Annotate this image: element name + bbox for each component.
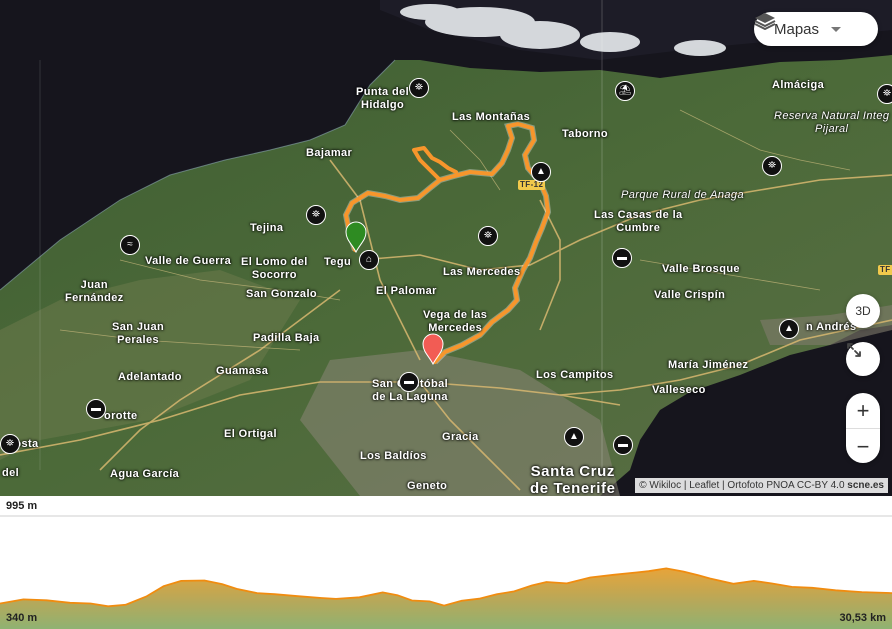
attribution-text: © Wikiloc | Leaflet | Ortofoto PNOA CC-B… bbox=[639, 480, 845, 491]
place-label-punta-del-hidalgo: Punta del Hidalgo bbox=[356, 86, 410, 111]
chevron-down-icon bbox=[831, 26, 842, 32]
place-label-san-andres: n Andrés bbox=[806, 321, 857, 333]
elevation-profile[interactable]: 995 m 340 m 30,53 km bbox=[0, 496, 892, 629]
place-label-valle-brosque: Valle Brosque bbox=[662, 263, 740, 275]
place-label-san-juan-perales: San Juan Perales bbox=[112, 321, 165, 346]
place-label-san-gonzalo: San Gonzalo bbox=[246, 288, 318, 300]
expand-icon bbox=[847, 343, 861, 357]
binoculars-icon[interactable]: ⛯ bbox=[409, 78, 429, 98]
place-label-el-ortigal: El Ortigal bbox=[224, 428, 277, 440]
place-label-los-baldios: Los Baldíos bbox=[360, 450, 427, 462]
map-layers-label: Mapas bbox=[774, 20, 820, 38]
place-label-valleseco: Valleseco bbox=[652, 384, 706, 396]
max-elevation-label: 995 m bbox=[6, 500, 38, 512]
binoculars-icon[interactable]: ⛯ bbox=[877, 84, 892, 104]
layers-icon bbox=[754, 13, 776, 30]
binoculars-icon[interactable]: ⛯ bbox=[762, 156, 782, 176]
place-label-valle-crispin: Valle Crispín bbox=[654, 289, 726, 301]
place-label-vega-mercedes: Vega de las Mercedes bbox=[423, 309, 488, 334]
place-label-adelantado: Adelantado bbox=[118, 371, 182, 383]
place-label-juan-fernandez: Juan Fernández bbox=[65, 279, 124, 304]
map-view[interactable]: Punta del Hidalgo Las Montañas Taborno A… bbox=[0, 0, 892, 496]
bed-icon[interactable]: ▬ bbox=[86, 399, 106, 419]
zoom-control: + − bbox=[846, 393, 880, 463]
place-label-bajamar: Bajamar bbox=[306, 147, 353, 159]
map-layers-button[interactable]: Mapas bbox=[754, 12, 878, 46]
attribution-scne[interactable]: scne.es bbox=[847, 480, 884, 491]
place-label-taborno: Taborno bbox=[562, 128, 608, 140]
place-label-reserva: Reserva Natural Integ Pijaral bbox=[774, 110, 890, 135]
place-label-orotte: orotte bbox=[104, 410, 138, 422]
place-label-geneto: Geneto bbox=[407, 480, 448, 492]
binoculars-icon[interactable]: ⛯ bbox=[0, 434, 20, 454]
3d-view-button[interactable]: 3D bbox=[846, 294, 880, 328]
zoom-out-button[interactable]: − bbox=[846, 428, 880, 463]
place-label-agua-garcia: Agua García bbox=[110, 468, 180, 480]
place-label-las-montanas: Las Montañas bbox=[452, 111, 531, 123]
place-label-las-casas: Las Casas de la Cumbre bbox=[594, 209, 683, 234]
binoculars-icon[interactable]: ⛯ bbox=[478, 226, 498, 246]
place-label-las-mercedes: Las Mercedes bbox=[443, 266, 521, 278]
place-label-maria-jimenez: María Jiménez bbox=[668, 359, 749, 371]
place-label-padilla-baja: Padilla Baja bbox=[253, 332, 320, 344]
place-label-del: del bbox=[2, 467, 20, 479]
place-label-lomo-socorro: El Lomo del Socorro bbox=[241, 256, 308, 281]
place-label-gracia: Gracia bbox=[442, 431, 479, 443]
beach-icon[interactable]: ⛱ bbox=[615, 81, 635, 101]
mountain-icon[interactable]: ▲ bbox=[531, 162, 551, 182]
binoculars-icon[interactable]: ⛯ bbox=[306, 205, 326, 225]
elevation-area bbox=[0, 568, 892, 629]
place-label-los-campitos: Los Campitos bbox=[536, 369, 614, 381]
bed-icon[interactable]: ▬ bbox=[399, 372, 419, 392]
tent-icon[interactable]: ▲ bbox=[564, 427, 584, 447]
tent-icon[interactable]: ▲ bbox=[779, 319, 799, 339]
swimming-icon[interactable]: ≈ bbox=[120, 235, 140, 255]
3d-view-label: 3D bbox=[855, 304, 871, 318]
place-label-el-palomar: El Palomar bbox=[376, 285, 437, 297]
place-label-parque-rural: Parque Rural de Anaga bbox=[621, 189, 744, 201]
place-label-almaciga: Almáciga bbox=[772, 79, 825, 91]
fullscreen-button[interactable] bbox=[846, 342, 880, 376]
car-icon[interactable]: ▬ bbox=[613, 435, 633, 455]
road-label-tf: TF bbox=[878, 265, 892, 275]
place-label-tegueste: Tegu bbox=[324, 256, 352, 268]
distance-label: 30,53 km bbox=[839, 612, 886, 624]
place-label-santa-cruz: Santa Cruz de Tenerife bbox=[530, 463, 616, 496]
map-attribution: © Wikiloc | Leaflet | Ortofoto PNOA CC-B… bbox=[635, 478, 888, 493]
min-elevation-label: 340 m bbox=[6, 612, 38, 624]
zoom-in-button[interactable]: + bbox=[846, 393, 880, 428]
elevation-chart bbox=[0, 515, 892, 629]
bed-icon[interactable]: ▬ bbox=[612, 248, 632, 268]
place-label-guamasa: Guamasa bbox=[216, 365, 269, 377]
museum-icon[interactable]: ⌂ bbox=[359, 250, 379, 270]
place-label-valle-guerra: Valle de Guerra bbox=[145, 255, 232, 267]
place-label-tejina: Tejina bbox=[250, 222, 284, 234]
